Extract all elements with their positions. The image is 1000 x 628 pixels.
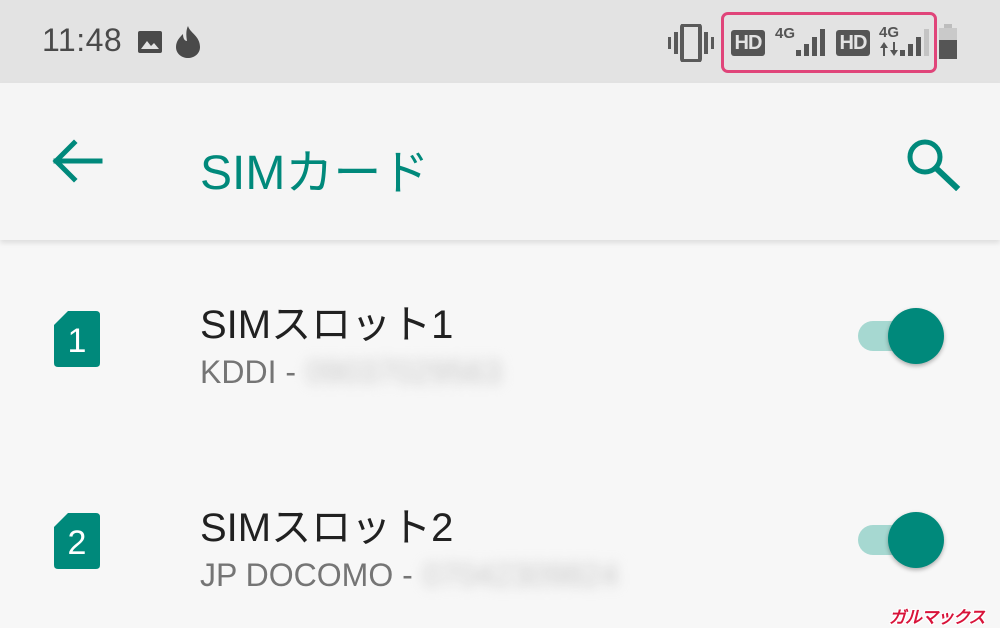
sim-slot-toggle[interactable] — [856, 306, 948, 366]
toggle-thumb — [888, 512, 944, 568]
sim-slot-subtitle: JP DOCOMO -07042309824 — [200, 557, 619, 594]
sim-slot-subtitle: KDDI - 09037029563 — [200, 354, 502, 391]
status-time: 11:48 — [42, 22, 123, 58]
sim-card-icon: 1 — [54, 311, 100, 367]
network-type-sim2: 4G — [879, 24, 900, 41]
status-bar: 11:48 HD 4G HD 4G — [0, 0, 1000, 83]
sim-slot-number: 2 — [67, 524, 87, 562]
list-item-sim-slot-2[interactable]: 2 SIMスロット2 JP DOCOMO -07042309824 — [0, 450, 1000, 628]
app-bar: SIMカード — [0, 83, 1000, 240]
battery-icon — [939, 24, 957, 59]
sim-slot-title: SIMスロット1 — [200, 303, 454, 347]
sim-slot-toggle[interactable] — [856, 510, 948, 570]
sim-card-icon: 2 — [54, 513, 100, 569]
phone-number-redacted: 07042309824 — [422, 557, 619, 593]
search-icon[interactable] — [904, 137, 962, 191]
network-type-sim1: 4G — [775, 25, 796, 42]
list-item-sim-slot-1[interactable]: 1 SIMスロット1 KDDI - 09037029563 — [0, 250, 1000, 440]
hd-voice-badge-sim2: HD — [836, 30, 870, 56]
data-activity-icon — [880, 42, 898, 56]
sim-slot-title: SIMスロット2 — [200, 506, 454, 550]
carrier-name: KDDI - — [200, 354, 296, 390]
page-title: SIMカード — [200, 147, 430, 200]
watermark-logo: ガルマックス — [889, 608, 985, 627]
vibrate-icon — [668, 24, 714, 62]
flame-icon — [176, 26, 200, 58]
hd-voice-badge-sim1: HD — [731, 30, 765, 56]
signal-icon — [900, 29, 929, 56]
sim-slot-number: 1 — [67, 322, 87, 360]
toggle-thumb — [888, 308, 944, 364]
carrier-name: JP DOCOMO - — [200, 557, 413, 593]
gallery-icon — [138, 31, 162, 53]
arrow-back-icon[interactable] — [48, 137, 104, 185]
signal-icon — [796, 29, 825, 56]
phone-number-redacted: 09037029563 — [306, 354, 502, 390]
